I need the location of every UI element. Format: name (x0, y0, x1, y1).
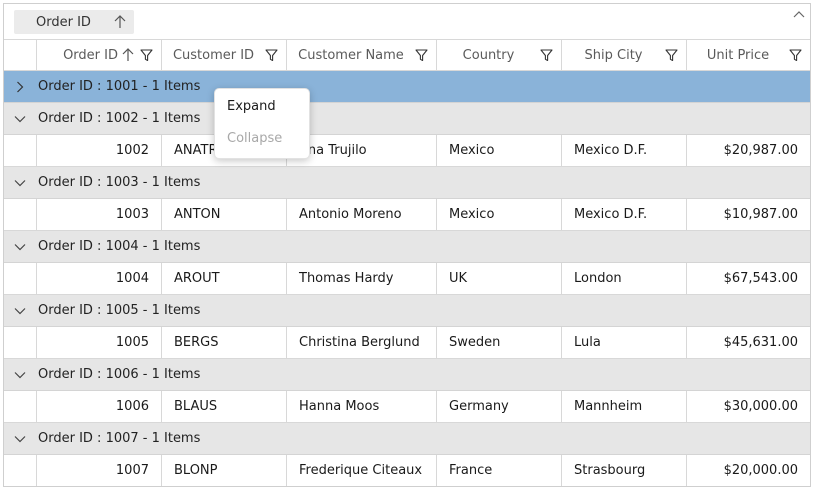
filter-icon[interactable] (789, 48, 802, 62)
cell-unit-price[interactable]: $30,000.00 (686, 391, 810, 422)
filter-icon[interactable] (415, 48, 428, 62)
header-label: Order ID (63, 47, 118, 63)
row-indent-cell (4, 391, 36, 422)
cell-country[interactable]: Mexico (436, 199, 561, 230)
group-caption-text: Order ID : 1005 - 1 Items (38, 303, 201, 318)
table-row[interactable]: 1005 BERGS Christina Berglund Sweden Lul… (4, 327, 810, 359)
header-label: Ship City (584, 47, 643, 63)
cell-customer-name[interactable]: Hanna Moos (286, 391, 436, 422)
cell-order-id[interactable]: 1004 (36, 263, 161, 294)
group-caption-text: Order ID : 1002 - 1 Items (38, 111, 201, 126)
chevron-right-icon[interactable] (4, 81, 36, 93)
cell-unit-price[interactable]: $20,000.00 (686, 455, 810, 486)
chevron-up-icon[interactable] (792, 8, 806, 20)
group-caption-row[interactable]: Order ID : 1001 - 1 Items (4, 71, 810, 103)
header-order-id[interactable]: Order ID (36, 40, 161, 70)
cell-customer-id[interactable]: BLAUS (161, 391, 286, 422)
header-country[interactable]: Country (436, 40, 561, 70)
cell-customer-id[interactable]: ANTON (161, 199, 286, 230)
cell-country[interactable]: France (436, 455, 561, 486)
cell-customer-name[interactable]: Thomas Hardy (286, 263, 436, 294)
column-header-row: Order ID Customer ID Customer Name Count… (4, 39, 810, 71)
cell-ship-city[interactable]: Mannheim (561, 391, 686, 422)
group-caption-row[interactable]: Order ID : 1005 - 1 Items (4, 295, 810, 327)
grid-body: Order ID : 1001 - 1 Items Order ID : 100… (4, 71, 810, 486)
table-row[interactable]: 1006 BLAUS Hanna Moos Germany Mannheim $… (4, 391, 810, 423)
group-caption-text: Order ID : 1003 - 1 Items (38, 175, 201, 190)
row-indent-cell (4, 263, 36, 294)
chevron-down-icon[interactable] (4, 179, 36, 187)
group-caption-text: Order ID : 1007 - 1 Items (38, 431, 201, 446)
chevron-down-icon[interactable] (4, 243, 36, 251)
cell-order-id[interactable]: 1007 (36, 455, 161, 486)
filter-icon[interactable] (140, 48, 153, 62)
table-row[interactable]: 1003 ANTON Antonio Moreno Mexico Mexico … (4, 199, 810, 231)
sort-ascending-icon[interactable] (122, 48, 134, 62)
collapse-menu-item[interactable]: Collapse (215, 125, 309, 153)
cell-ship-city[interactable]: Strasbourg (561, 455, 686, 486)
cell-customer-id[interactable]: BERGS (161, 327, 286, 358)
chevron-down-icon[interactable] (4, 435, 36, 443)
cell-country[interactable]: Sweden (436, 327, 561, 358)
header-customer-name[interactable]: Customer Name (286, 40, 436, 70)
sort-ascending-icon[interactable] (110, 15, 130, 29)
group-caption-row[interactable]: Order ID : 1002 - 1 Items (4, 103, 810, 135)
cell-unit-price[interactable]: $10,987.00 (686, 199, 810, 230)
group-chip-order-id[interactable]: Order ID (14, 10, 134, 34)
cell-ship-city[interactable]: Lula (561, 327, 686, 358)
group-caption-text: Order ID : 1004 - 1 Items (38, 239, 201, 254)
group-caption-text: Order ID : 1006 - 1 Items (38, 367, 201, 382)
cell-unit-price[interactable]: $20,987.00 (686, 135, 810, 166)
cell-order-id[interactable]: 1003 (36, 199, 161, 230)
chevron-down-icon[interactable] (4, 115, 36, 123)
cell-customer-name[interactable]: Christina Berglund (286, 327, 436, 358)
cell-order-id[interactable]: 1002 (36, 135, 161, 166)
group-chip-label: Order ID (36, 14, 91, 30)
chevron-down-icon[interactable] (4, 307, 36, 315)
cell-unit-price[interactable]: $67,543.00 (686, 263, 810, 294)
header-label: Customer ID (172, 47, 255, 63)
row-indent-cell (4, 199, 36, 230)
group-caption-row[interactable]: Order ID : 1004 - 1 Items (4, 231, 810, 263)
datagrid: Order ID Order ID Customer ID Customer N… (3, 3, 811, 487)
group-caption-row[interactable]: Order ID : 1006 - 1 Items (4, 359, 810, 391)
cell-customer-name[interactable]: Frederique Citeaux (286, 455, 436, 486)
group-context-menu: Expand Collapse (214, 88, 310, 159)
cell-ship-city[interactable]: London (561, 263, 686, 294)
cell-customer-id[interactable]: AROUT (161, 263, 286, 294)
cell-customer-id[interactable]: BLONP (161, 455, 286, 486)
group-caption-row[interactable]: Order ID : 1007 - 1 Items (4, 423, 810, 455)
cell-order-id[interactable]: 1005 (36, 327, 161, 358)
header-label: Unit Price (706, 47, 770, 63)
group-drop-area[interactable]: Order ID (4, 4, 810, 39)
expand-menu-item[interactable]: Expand (215, 93, 309, 121)
filter-icon[interactable] (665, 48, 678, 62)
row-indent-cell (4, 327, 36, 358)
table-row[interactable]: 1007 BLONP Frederique Citeaux France Str… (4, 455, 810, 486)
row-indent-cell (4, 455, 36, 486)
header-customer-id[interactable]: Customer ID (161, 40, 286, 70)
cell-country[interactable]: Mexico (436, 135, 561, 166)
table-row[interactable]: 1002 ANATR Ana Trujilo Mexico Mexico D.F… (4, 135, 810, 167)
header-label: Customer Name (298, 47, 404, 63)
row-indent-cell (4, 135, 36, 166)
cell-ship-city[interactable]: Mexico D.F. (561, 199, 686, 230)
cell-order-id[interactable]: 1006 (36, 391, 161, 422)
cell-ship-city[interactable]: Mexico D.F. (561, 135, 686, 166)
cell-unit-price[interactable]: $45,631.00 (686, 327, 810, 358)
header-ship-city[interactable]: Ship City (561, 40, 686, 70)
header-label: Country (462, 47, 515, 63)
table-row[interactable]: 1004 AROUT Thomas Hardy UK London $67,54… (4, 263, 810, 295)
group-caption-row[interactable]: Order ID : 1003 - 1 Items (4, 167, 810, 199)
header-unit-price[interactable]: Unit Price (686, 40, 810, 70)
header-indent-cell (4, 40, 36, 70)
group-caption-text: Order ID : 1001 - 1 Items (38, 79, 201, 94)
cell-customer-name[interactable]: Antonio Moreno (286, 199, 436, 230)
cell-country[interactable]: Germany (436, 391, 561, 422)
cell-country[interactable]: UK (436, 263, 561, 294)
filter-icon[interactable] (265, 48, 278, 62)
chevron-down-icon[interactable] (4, 371, 36, 379)
filter-icon[interactable] (540, 48, 553, 62)
